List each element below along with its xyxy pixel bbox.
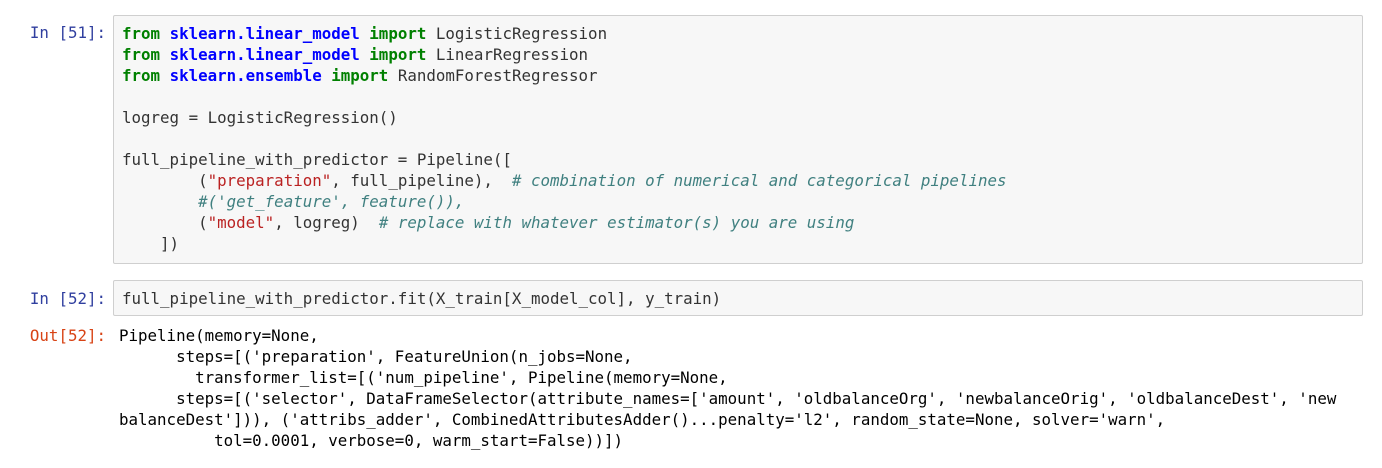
module-name: sklearn.linear_model: [169, 24, 360, 43]
keyword-from: from: [122, 45, 161, 64]
code-line-7: full_pipeline_with_predictor = Pipeline(…: [122, 150, 512, 169]
code-comment: # combination of numerical and categoric…: [511, 171, 1007, 190]
module-name: sklearn.ensemble: [169, 66, 322, 85]
keyword-import: import: [331, 66, 389, 85]
code-line-10: ("model", logreg) # replace with whateve…: [122, 212, 1362, 233]
code-line-11: ]): [122, 234, 180, 253]
cell-52-input-area[interactable]: full_pipeline_with_predictor.fit(X_train…: [113, 280, 1363, 316]
cell-51-code[interactable]: from sklearn.linear_model import Logisti…: [114, 16, 1362, 254]
cell-52-output-area: Pipeline(memory=None, steps=[('preparati…: [119, 325, 1369, 451]
cell-51-in-prompt: In [51]:: [29, 23, 106, 42]
code-text: , logreg): [274, 213, 379, 232]
code-comment: #('get_feature', feature()),: [198, 192, 465, 211]
cell-52-output-text: Pipeline(memory=None, steps=[('preparati…: [119, 326, 1337, 450]
code-text: (: [122, 171, 208, 190]
cell-52-in-prompt: In [52]:: [29, 289, 106, 308]
string-literal: "model": [207, 213, 275, 232]
module-name: sklearn.linear_model: [169, 45, 360, 64]
cell-51-input-area[interactable]: from sklearn.linear_model import Logisti…: [113, 15, 1363, 264]
code-text: , full_pipeline),: [331, 171, 512, 190]
imported-name: LogisticRegression: [435, 24, 608, 43]
code-line-9: #('get_feature', feature()),: [122, 191, 1362, 212]
imported-name: LinearRegression: [435, 45, 589, 64]
cell-52-out-prompt: Out[52]:: [29, 326, 106, 345]
code-line-2: from sklearn.linear_model import LinearR…: [122, 44, 1362, 65]
imported-name: RandomForestRegressor: [397, 66, 598, 85]
keyword-import: import: [369, 45, 427, 64]
code-line-1: from sklearn.linear_model import Logisti…: [122, 23, 1362, 44]
keyword-from: from: [122, 24, 161, 43]
code-line-3: from sklearn.ensemble import RandomFores…: [122, 65, 1362, 86]
cell-52-code[interactable]: full_pipeline_with_predictor.fit(X_train…: [114, 281, 1362, 309]
keyword-import: import: [369, 24, 427, 43]
keyword-from: from: [122, 66, 161, 85]
code-line-5: logreg = LogisticRegression(): [122, 108, 398, 127]
code-comment: # replace with whatever estimator(s) you…: [378, 213, 855, 232]
code-text: (: [122, 213, 208, 232]
code-line-8: ("preparation", full_pipeline), # combin…: [122, 170, 1362, 191]
string-literal: "preparation": [207, 171, 332, 190]
